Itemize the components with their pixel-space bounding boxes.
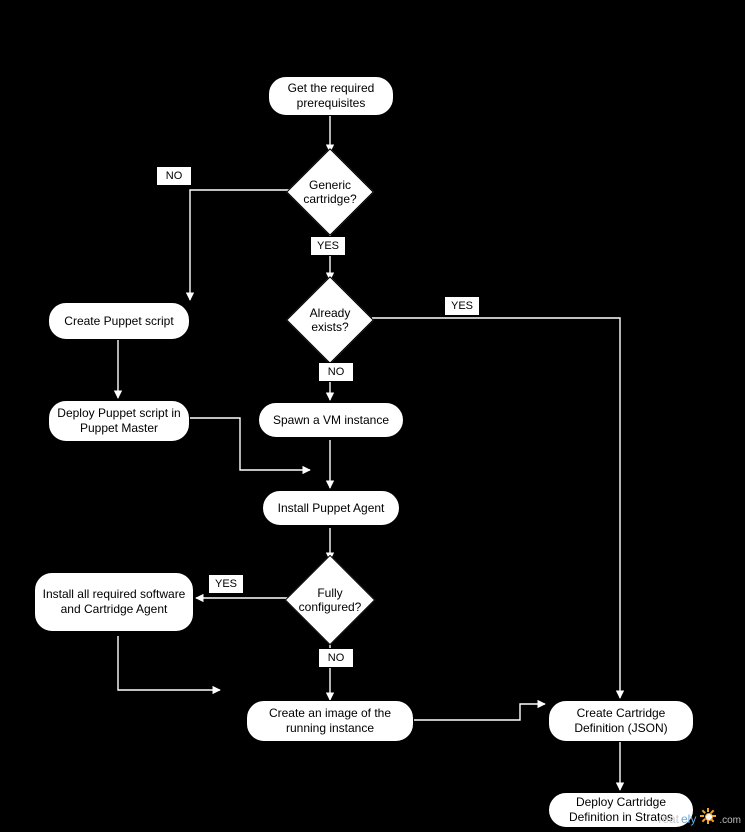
label-text: NO: [166, 170, 183, 182]
node-label: Spawn a VM instance: [273, 413, 389, 428]
decision-fully-configured: Fully configured?: [286, 556, 374, 644]
brand-tld: .com: [719, 815, 741, 826]
label-text: YES: [451, 300, 473, 312]
node-install-software-cartridge-agent: Install all required software and Cartri…: [34, 572, 194, 632]
flowchart-canvas: Get the required prerequisites Generic c…: [0, 0, 745, 832]
node-label: Create an image of the running instance: [253, 706, 407, 736]
node-create-cartridge-definition: Create Cartridge Definition (JSON): [548, 700, 694, 742]
edge-label-yes: YES: [444, 296, 480, 316]
edge-label-no: NO: [318, 362, 354, 382]
label-text: YES: [317, 240, 339, 252]
label-text: YES: [215, 578, 237, 590]
node-spawn-vm: Spawn a VM instance: [258, 402, 404, 438]
node-label: Create Cartridge Definition (JSON): [555, 706, 687, 736]
node-label: Install all required software and Cartri…: [41, 587, 187, 617]
node-label: Generic cartridge?: [288, 178, 372, 207]
node-deploy-puppet-master: Deploy Puppet script in Puppet Master: [48, 400, 190, 442]
creately-watermark: reately .com: [658, 808, 741, 826]
node-label: Install Puppet Agent: [278, 501, 385, 516]
edge-label-no: NO: [156, 166, 192, 186]
label-text: NO: [328, 366, 345, 378]
node-label: Deploy Puppet script in Puppet Master: [55, 406, 183, 436]
edge-label-yes: YES: [310, 236, 346, 256]
node-create-image: Create an image of the running instance: [246, 700, 414, 742]
brand-text: ely: [681, 812, 696, 826]
edge-label-no: NO: [318, 648, 354, 668]
sun-icon: [700, 808, 716, 824]
edge-label-yes: YES: [208, 574, 244, 594]
node-label: Get the required prerequisites: [275, 81, 387, 111]
label-text: NO: [328, 652, 345, 664]
node-label: Create Puppet script: [64, 314, 173, 329]
decision-already-exists: Already exists?: [288, 278, 372, 362]
node-install-puppet-agent: Install Puppet Agent: [262, 490, 400, 526]
node-label: Already exists?: [288, 306, 372, 335]
decision-generic-cartridge: Generic cartridge?: [288, 150, 372, 234]
node-create-puppet-script: Create Puppet script: [48, 302, 190, 340]
node-get-prerequisites: Get the required prerequisites: [268, 76, 394, 116]
node-label: Fully configured?: [286, 586, 374, 615]
brand-text: reat: [658, 812, 679, 826]
